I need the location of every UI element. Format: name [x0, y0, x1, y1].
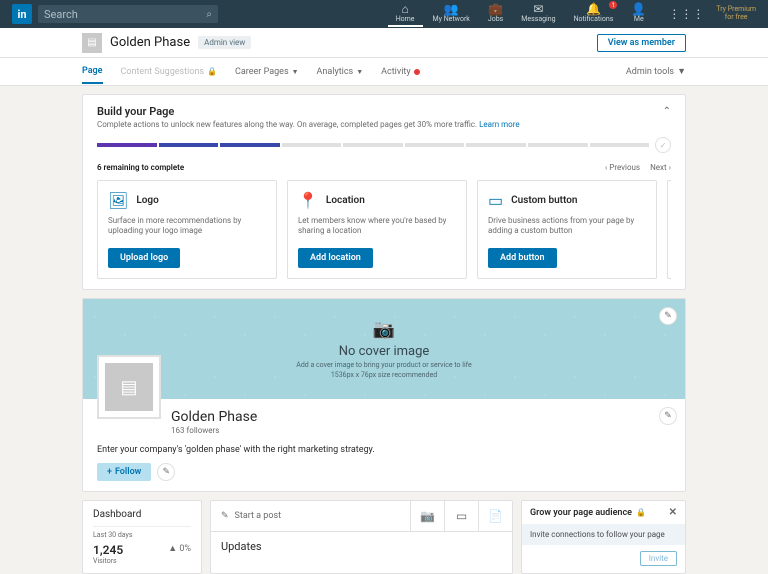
tab-analytics[interactable]: Analytics▼ — [317, 67, 364, 77]
tab-career-pages[interactable]: Career Pages▼ — [235, 67, 298, 77]
invite-button[interactable]: Invite — [640, 551, 677, 566]
collapse-icon[interactable]: ⌃ — [663, 106, 671, 117]
company-name: Golden Phase — [171, 409, 671, 425]
upload-logo-button[interactable]: Upload logo — [108, 248, 180, 268]
search-icon: ⌕ — [206, 9, 212, 20]
visitors-count: 1,245 — [93, 543, 123, 557]
task-card-location: 📍Location Let members know where you're … — [287, 180, 467, 279]
learn-more-link[interactable]: Learn more — [479, 120, 519, 129]
camera-icon: 📷 — [373, 319, 395, 340]
edit-icon: ✎ — [221, 511, 229, 521]
chevron-down-icon: ▼ — [677, 66, 686, 77]
build-subtitle: Complete actions to unlock new features … — [97, 120, 671, 129]
dashboard-card: Dashboard Last 30 days 1,245 Visitors ▲ … — [82, 500, 202, 574]
video-icon[interactable]: ▭ — [444, 501, 478, 531]
nav-jobs[interactable]: 💼Jobs — [480, 1, 511, 27]
grow-audience-card: Grow your page audience🔒✕ Invite connect… — [521, 500, 686, 574]
activity-dot — [414, 69, 420, 75]
admin-tools-dropdown[interactable]: Admin tools▼ — [626, 66, 686, 77]
cover-title: No cover image — [339, 344, 430, 359]
search-input[interactable]: Search ⌕ — [38, 5, 218, 23]
bell-icon: 🔔 — [586, 3, 601, 15]
edit-tagline-button[interactable]: ✎ — [157, 463, 175, 481]
building-icon: ▤ — [105, 363, 153, 411]
plus-icon: + — [107, 467, 112, 477]
network-icon: 👥 — [444, 3, 459, 15]
nav-network[interactable]: 👥My Network — [425, 1, 478, 27]
page-header: ▤ Golden Phase Admin view View as member — [0, 28, 768, 58]
add-location-button[interactable]: Add location — [298, 248, 373, 268]
page-title: Golden Phase — [110, 35, 190, 50]
top-navigation: in Search ⌕ ⌂Home 👥My Network 💼Jobs ✉Mes… — [0, 0, 768, 28]
tab-content-suggestions[interactable]: Content Suggestions🔒 — [121, 67, 218, 77]
close-icon[interactable]: ✕ — [669, 507, 677, 518]
company-tagline: Enter your company's 'golden phase' with… — [97, 445, 671, 455]
cover-image-area: ✎ 📷 No cover image Add a cover image to … — [83, 299, 685, 399]
company-logo[interactable]: ▤ — [97, 355, 161, 419]
lock-icon: 🔒 — [207, 67, 217, 76]
task-card-logo: 🖼Logo Surface in more recommendations by… — [97, 180, 277, 279]
progress-check-icon: ✓ — [655, 137, 671, 153]
add-button-button[interactable]: Add button — [488, 248, 557, 268]
start-post-card: ✎Start a post 📷 ▭ 📄 Updates — [210, 500, 513, 574]
button-icon: ▭ — [488, 191, 503, 210]
edit-cover-button[interactable]: ✎ — [659, 307, 677, 325]
visitors-pct: ▲ 0% — [168, 543, 191, 565]
nav-home[interactable]: ⌂Home — [388, 1, 423, 27]
notification-badge: 1 — [609, 1, 617, 9]
tab-activity[interactable]: Activity — [381, 67, 419, 77]
messaging-icon: ✉ — [533, 3, 543, 15]
task-card-next: 📄 — [667, 180, 671, 279]
company-logo-placeholder: ▤ — [82, 33, 102, 53]
task-card-custom-button: ▭Custom button Drive business actions fr… — [477, 180, 657, 279]
next-link[interactable]: Next › — [650, 163, 671, 172]
follower-count: 163 followers — [171, 426, 671, 435]
previous-link[interactable]: ‹ Previous — [605, 163, 640, 172]
photo-icon[interactable]: 📷 — [410, 501, 444, 531]
start-post-input[interactable]: ✎Start a post — [211, 503, 410, 529]
build-progress: ✓ — [97, 137, 671, 153]
edit-profile-button[interactable]: ✎ — [659, 407, 677, 425]
chevron-down-icon: ▼ — [356, 68, 363, 76]
grow-subtitle: Invite connections to follow your page — [522, 524, 685, 545]
view-as-member-button[interactable]: View as member — [597, 34, 686, 52]
lock-icon: 🔒 — [636, 508, 646, 517]
linkedin-logo[interactable]: in — [12, 4, 32, 24]
search-placeholder: Search — [44, 8, 78, 21]
document-icon[interactable]: 📄 — [478, 501, 512, 531]
location-icon: 📍 — [298, 191, 318, 210]
chevron-down-icon: ▼ — [292, 68, 299, 76]
dashboard-period: Last 30 days — [93, 526, 191, 539]
dashboard-title: Dashboard — [93, 509, 191, 520]
nav-me[interactable]: 👤Me — [623, 1, 654, 27]
nav-notifications[interactable]: 🔔1Notifications — [566, 1, 622, 27]
try-premium-link[interactable]: Try Premiumfor free — [712, 6, 760, 21]
avatar-icon: 👤 — [631, 3, 646, 15]
nav-messaging[interactable]: ✉Messaging — [513, 1, 563, 27]
nav-items: ⌂Home 👥My Network 💼Jobs ✉Messaging 🔔1Not… — [388, 1, 655, 27]
visitors-label: Visitors — [93, 557, 123, 565]
follow-button[interactable]: +Follow — [97, 463, 151, 481]
admin-tabs: Page Content Suggestions🔒 Career Pages▼ … — [0, 58, 768, 86]
home-icon: ⌂ — [401, 3, 408, 15]
tab-page[interactable]: Page — [82, 66, 103, 84]
jobs-icon: 💼 — [488, 3, 503, 15]
apps-icon[interactable]: ⋮⋮⋮ — [660, 7, 712, 21]
remaining-count: 6 remaining to complete — [97, 163, 184, 172]
admin-view-badge: Admin view — [198, 36, 251, 49]
image-icon: 🖼 — [108, 191, 128, 210]
build-your-page-card: Build your Page ⌃ Complete actions to un… — [82, 94, 686, 290]
profile-card: ✎ 📷 No cover image Add a cover image to … — [82, 298, 686, 492]
build-title: Build your Page — [97, 105, 174, 118]
